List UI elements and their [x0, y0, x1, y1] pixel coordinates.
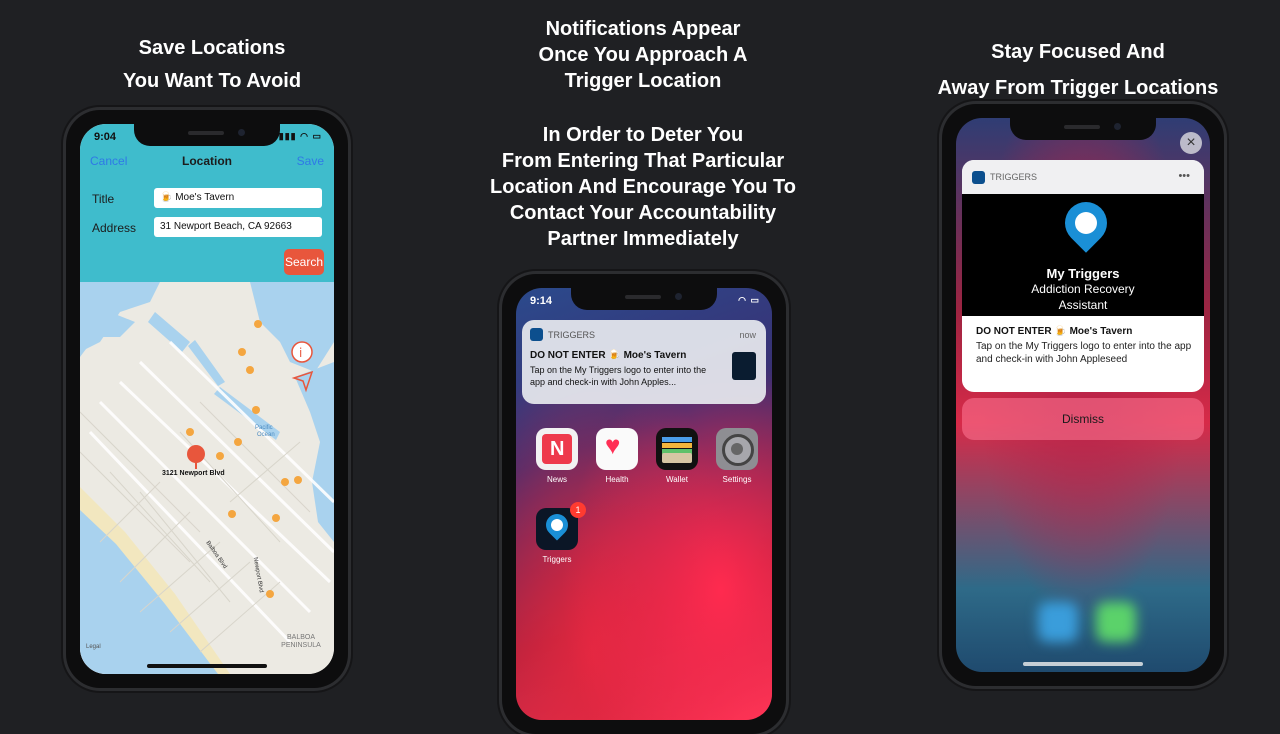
- app-triggers[interactable]: 1 Triggers: [536, 502, 586, 564]
- home-indicator[interactable]: [147, 664, 267, 668]
- map-pin-label: 3121 Newport Blvd: [162, 470, 225, 477]
- dock-app-icon: [1096, 602, 1136, 642]
- notification-title: DO NOT ENTER 🍺 Moe's Tavern: [530, 350, 687, 361]
- signal-icon: ▮▮▮ ◠ ▭: [278, 131, 322, 141]
- map-graphic: i: [80, 282, 334, 674]
- save-button[interactable]: Save: [297, 154, 324, 168]
- address-row: Address 31 Newport Beach, CA 92663: [92, 217, 322, 239]
- caption-line: Once You Approach A: [538, 44, 748, 66]
- brand-subtitle: Assistant: [1058, 298, 1108, 312]
- phone-screen: 9:04 ▮▮▮ ◠ ▭ Cancel Location Save Title …: [80, 124, 334, 674]
- app-wallet[interactable]: Wallet: [656, 428, 698, 484]
- title-row: Title 🍺 Moe's Tavern: [92, 188, 322, 210]
- notification-body: Tap on the My Triggers logo to enter int…: [976, 341, 1192, 365]
- map-label-pacific: Pacific: [255, 425, 273, 431]
- home-indicator[interactable]: [1023, 662, 1143, 666]
- gear-icon: [716, 428, 758, 470]
- caption-line: You Want To Avoid: [122, 70, 302, 92]
- wallet-icon: [656, 428, 698, 470]
- caption-middle-top: Notifications Appear Once You Approach A…: [470, 16, 816, 94]
- title-label: Title: [92, 192, 115, 206]
- more-options-button[interactable]: •••: [1178, 170, 1190, 182]
- app-label: Triggers: [542, 555, 572, 564]
- app-label: News: [546, 475, 567, 484]
- phone-right: × TRIGGERS ••• My Triggers Addiction Rec…: [942, 104, 1224, 686]
- location-form-panel: Cancel Location Save Title 🍺 Moe's Taver…: [80, 124, 334, 282]
- app-settings[interactable]: Settings: [716, 428, 758, 484]
- phone-screen: 9:14 ◠ ▭ TRIGGERS now DO NOT ENTER 🍺 Moe…: [516, 288, 772, 720]
- notification-app-name: TRIGGERS: [548, 330, 596, 340]
- notification-badge: 1: [570, 502, 586, 518]
- notification-image[interactable]: My Triggers Addiction Recovery Assistant: [962, 193, 1204, 316]
- notification-banner[interactable]: TRIGGERS now DO NOT ENTER 🍺 Moe's Tavern…: [522, 320, 766, 404]
- notification-title: DO NOT ENTER 🍺 Moe's Tavern: [976, 326, 1133, 337]
- caption-line: Location And Encourage You To: [490, 176, 796, 198]
- caption-line: Notifications Appear: [545, 18, 741, 40]
- caption-line: Save Locations: [138, 37, 286, 59]
- status-bar: 9:14 ◠ ▭: [516, 293, 772, 311]
- map-label-ocean: Ocean: [257, 432, 275, 438]
- notification-app-name: TRIGGERS: [990, 172, 1038, 182]
- dismiss-button[interactable]: Dismiss: [962, 398, 1204, 440]
- caption-line: Trigger Location: [564, 70, 722, 92]
- notification-header: TRIGGERS •••: [962, 160, 1204, 194]
- caption-left: Save Locations You Want To Avoid: [60, 32, 364, 98]
- notification-expanded[interactable]: TRIGGERS ••• My Triggers Addiction Recov…: [962, 160, 1204, 392]
- caption-line: In Order to Deter You: [542, 124, 744, 146]
- svg-text:i: i: [299, 346, 302, 360]
- triggers-app-icon: [530, 328, 543, 341]
- phone-left: 9:04 ▮▮▮ ◠ ▭ Cancel Location Save Title …: [66, 110, 348, 688]
- title-field[interactable]: 🍺 Moe's Tavern: [154, 188, 322, 208]
- news-icon: N: [536, 428, 578, 470]
- app-label: Wallet: [666, 475, 688, 484]
- phone-middle: 9:14 ◠ ▭ TRIGGERS now DO NOT ENTER 🍺 Moe…: [502, 274, 786, 734]
- status-time: 9:14: [530, 295, 553, 307]
- heart-icon: ♥: [596, 428, 638, 470]
- caption-line: Contact Your Accountability: [509, 202, 777, 224]
- caption-middle-bottom: In Order to Deter You From Entering That…: [470, 122, 816, 252]
- address-label: Address: [92, 221, 137, 235]
- address-field[interactable]: 31 Newport Beach, CA 92663: [154, 217, 322, 237]
- map-legal[interactable]: Legal: [86, 644, 101, 650]
- caption-line: Away From Trigger Locations: [937, 77, 1219, 99]
- nav-bar: Cancel Location Save: [80, 154, 334, 174]
- notification-thumbnail: [732, 352, 756, 380]
- app-news[interactable]: N News: [536, 428, 578, 484]
- caption-line: Partner Immediately: [547, 228, 739, 250]
- status-time: 9:04: [94, 131, 117, 143]
- triggers-app-icon: [972, 171, 985, 184]
- app-label: Settings: [722, 475, 752, 484]
- map-view[interactable]: i 3121 Newport Blvd Pacific Ocean Newpor…: [80, 282, 334, 674]
- notification-time: now: [739, 330, 756, 340]
- map-label-balboa-peninsula: BALBOA PENINSULA: [281, 634, 321, 649]
- phone-notch: [1010, 118, 1156, 140]
- app-label: Health: [605, 475, 629, 484]
- search-button[interactable]: Search: [284, 249, 324, 275]
- caption-right: Stay Focused And Away From Trigger Locat…: [920, 34, 1236, 106]
- close-button[interactable]: ×: [1180, 132, 1202, 154]
- notification-body: Tap on the My Triggers logo to enter int…: [530, 365, 707, 387]
- caption-line: Stay Focused And: [991, 41, 1165, 63]
- caption-line: From Entering That Particular: [501, 150, 785, 172]
- brand-title: My Triggers: [1046, 266, 1120, 281]
- dock-app-icon: [1038, 602, 1078, 642]
- signal-icon: ◠ ▭: [738, 295, 760, 305]
- status-bar: 9:04 ▮▮▮ ◠ ▭: [80, 129, 334, 147]
- app-health[interactable]: ♥ Health: [596, 428, 638, 484]
- brand-subtitle: Addiction Recovery: [1031, 282, 1135, 296]
- phone-screen: × TRIGGERS ••• My Triggers Addiction Rec…: [956, 118, 1210, 672]
